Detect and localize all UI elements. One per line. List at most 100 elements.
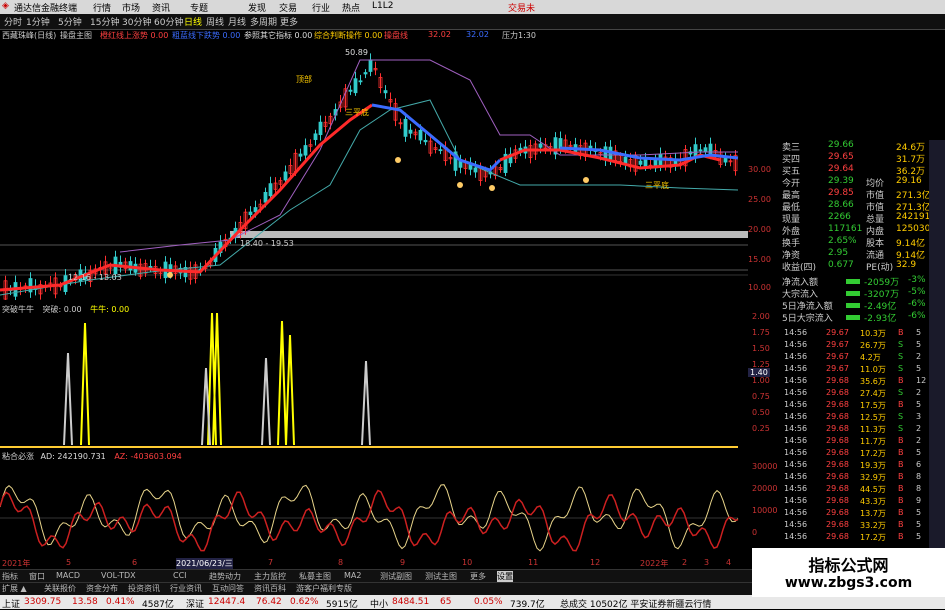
tick-count: 5 xyxy=(916,328,922,337)
extension-tab[interactable]: 投资资讯 xyxy=(128,583,160,594)
tick-side: B xyxy=(898,448,904,457)
index-p: 0.05% xyxy=(474,597,503,607)
tick-count: 5 xyxy=(916,520,922,529)
tick-side: B xyxy=(898,436,904,445)
flow-row: 净流入额 -2059万 -3% xyxy=(748,275,928,288)
index-a: 5915亿 xyxy=(326,600,358,610)
tick-row: 14:56 29.67 4.2万 S 2 xyxy=(748,352,928,364)
tick-row: 14:56 29.68 32.9万 B 8 xyxy=(748,472,928,484)
extension-tab[interactable]: 资讯百科 xyxy=(254,583,286,594)
flow-value: -2.93亿 xyxy=(864,314,897,324)
trade-status[interactable]: 交易未 xyxy=(508,1,535,14)
extension-tab[interactable]: 资金分布 xyxy=(86,583,118,594)
period-tab[interactable]: 分时 xyxy=(4,15,22,28)
extension-tab[interactable]: 行业资讯 xyxy=(170,583,202,594)
menu-hotspot[interactable]: 热点 xyxy=(342,1,360,14)
candle-body xyxy=(318,121,323,136)
breakout-chart[interactable] xyxy=(0,313,748,448)
flow-row: 5日净流入额 -2.49亿 -6% xyxy=(748,299,928,312)
tick-count: 8 xyxy=(916,472,922,481)
pattern-label: 三平底 xyxy=(645,180,669,190)
spike xyxy=(361,360,371,446)
tick-volume: 17.5万 xyxy=(860,401,886,410)
period-tab[interactable]: 月线 xyxy=(228,15,246,28)
indicator-tab[interactable]: 更多 xyxy=(470,571,486,582)
quote-value: 29.64 xyxy=(828,164,854,174)
menu-industry[interactable]: 行业 xyxy=(312,1,330,14)
tick-count: 2 xyxy=(916,352,922,361)
period-tab-active[interactable]: 日线 xyxy=(184,15,202,28)
indicator-tab[interactable]: VOL-TDX xyxy=(101,571,136,580)
indicator-tab[interactable]: 测试副图 xyxy=(380,571,412,582)
date-label: 9 xyxy=(400,558,406,567)
extension-tab[interactable]: 扩展 ▲ xyxy=(2,583,27,594)
spike xyxy=(201,367,211,446)
indicator-tab[interactable]: 设置 xyxy=(497,571,513,582)
tick-side: S xyxy=(898,412,904,421)
tick-volume: 10.3万 xyxy=(860,329,886,338)
quote-value: 29.39 xyxy=(828,176,854,186)
tick-count: 5 xyxy=(916,508,922,517)
candle-body xyxy=(708,143,713,156)
indicator-tab[interactable]: MACD xyxy=(56,571,80,580)
menu-trade[interactable]: 交易 xyxy=(279,1,297,14)
period-tab[interactable]: 60分钟 xyxy=(154,15,183,28)
extension-tab[interactable]: 互动问答 xyxy=(212,583,244,594)
tick-volume: 27.4万 xyxy=(860,389,886,398)
period-toolbar: 分时 1分钟 5分钟 15分钟 30分钟 60分钟 日线 周线 月线 多周期 更… xyxy=(0,14,945,30)
period-tab[interactable]: 15分钟 xyxy=(90,15,119,28)
tick-price: 29.68 xyxy=(826,400,849,409)
period-tab[interactable]: 1分钟 xyxy=(26,15,50,28)
side-toolbar[interactable] xyxy=(929,140,945,558)
menu-discover[interactable]: 发现 xyxy=(248,1,266,14)
tick-time: 14:56 xyxy=(784,412,808,421)
indicator-tab[interactable]: 指标 xyxy=(2,571,18,582)
indicator-tab[interactable]: 趋势动力 xyxy=(209,571,241,582)
index-c: 65 xyxy=(440,597,452,607)
period-tab[interactable]: 周线 xyxy=(206,15,224,28)
index-k: 上证 xyxy=(2,600,21,610)
candle-body xyxy=(313,133,318,140)
period-tab[interactable]: 5分钟 xyxy=(58,15,82,28)
indicator-tab[interactable]: 主力监控 xyxy=(254,571,286,582)
date-cursor: 2021/06/23/三 xyxy=(176,558,233,569)
quote-value: 28.66 xyxy=(828,200,854,210)
indicator-tab[interactable]: 窗口 xyxy=(29,571,45,582)
level-label: 18.40 - 19.53 xyxy=(240,239,294,248)
menu-news[interactable]: 资讯 xyxy=(152,1,170,14)
indicator-tab[interactable]: 私募主图 xyxy=(299,571,331,582)
candle-body xyxy=(348,89,353,92)
quote-value: 32.9 xyxy=(896,260,917,270)
menu-market[interactable]: 市场 xyxy=(122,1,140,14)
period-tab[interactable]: 30分钟 xyxy=(122,15,151,28)
index-a: 739.7亿 xyxy=(510,600,545,610)
quote-row: 卖三 29.66 24.6万 xyxy=(748,140,928,153)
candle-body xyxy=(383,90,388,94)
tick-count: 12 xyxy=(916,376,927,385)
quote-value: 29.16 xyxy=(896,176,922,186)
extension-tab[interactable]: 游客户福利专版 xyxy=(296,583,352,594)
indicator-tab[interactable]: MA2 xyxy=(344,571,361,580)
tick-count: 5 xyxy=(916,448,922,457)
menu-quotes[interactable]: 行情 xyxy=(93,1,111,14)
ad-chart[interactable] xyxy=(0,460,748,558)
extension-tab[interactable]: 关联报价 xyxy=(44,583,76,594)
tick-volume: 19.3万 xyxy=(860,461,886,470)
tick-volume: 12.5万 xyxy=(860,413,886,422)
spike xyxy=(285,334,295,446)
tick-row: 14:56 29.67 10.3万 B 5 xyxy=(748,328,928,340)
index-v: 12447.4 xyxy=(208,597,246,607)
spike xyxy=(80,322,90,446)
tick-row: 14:56 29.68 33.2万 B 5 xyxy=(748,520,928,532)
tick-side: S xyxy=(898,340,904,349)
tick-row: 14:56 29.68 44.5万 B 8 xyxy=(748,484,928,496)
menu-l1l2[interactable]: L1L2 xyxy=(372,1,393,11)
candle-body xyxy=(698,149,703,152)
period-tab[interactable]: 多周期 xyxy=(250,15,277,28)
menu-topics[interactable]: 专题 xyxy=(190,1,208,14)
kline-chart[interactable]: 50.89 18.40 - 19.53 12.16 - 13.03 三平底 三平… xyxy=(0,40,748,300)
period-tab[interactable]: 更多 xyxy=(280,15,298,28)
indicator-tab[interactable]: 测试主图 xyxy=(425,571,457,582)
indicator-tab[interactable]: CCI xyxy=(173,571,187,580)
indicator-value: 32.02 xyxy=(428,30,451,39)
